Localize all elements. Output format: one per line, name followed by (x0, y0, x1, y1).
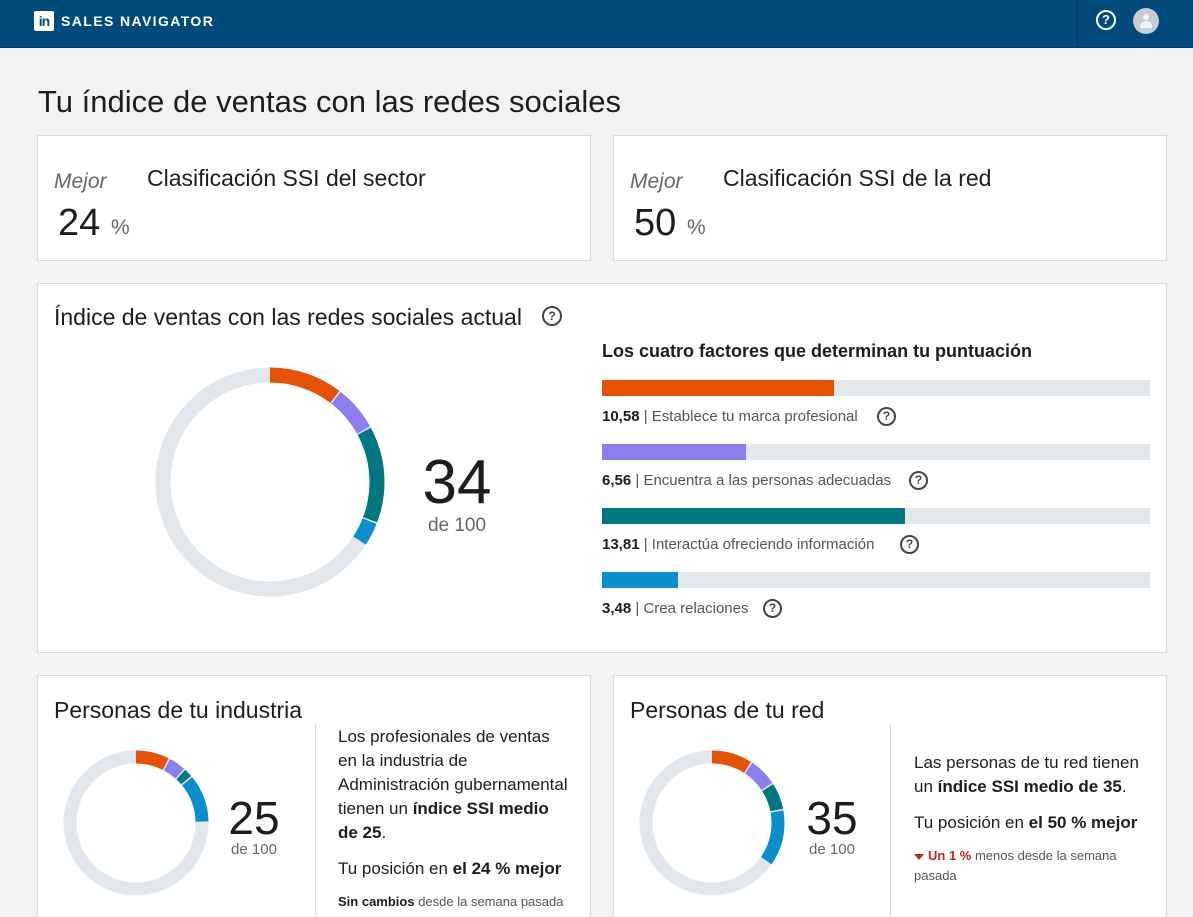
industry-rank-unit: % (111, 216, 130, 239)
page-title: Tu índice de ventas con las redes social… (38, 84, 622, 119)
top-navigation-bar: in SALES NAVIGATOR ? (0, 0, 1193, 48)
industry-people-card: Personas de tu industria 25 de 100 Los p… (37, 675, 591, 917)
network-people-card: Personas de tu red 35 de 100 Las persona… (613, 675, 1167, 917)
down-arrow-icon (914, 853, 924, 860)
network-people-title: Personas de tu red (630, 697, 825, 723)
network-rank-unit: % (687, 216, 706, 239)
industry-rank-title: Clasificación SSI del sector (147, 165, 426, 191)
current-ssi-card: Índice de ventas con las redes sociales … (37, 283, 1167, 653)
help-icon[interactable]: ? (1096, 10, 1116, 30)
industry-change-note: Sin cambios desde la semana pasada (338, 894, 564, 909)
industry-rank-qualifier: Mejor (54, 170, 107, 193)
factor-value: 10,58 (602, 408, 640, 425)
help-question-icon[interactable]: ? (877, 407, 896, 426)
avatar[interactable] (1133, 8, 1159, 34)
factor-name: Establece tu marca profesional (651, 408, 858, 425)
network-position: Tu posición en el 50 % mejor (914, 813, 1138, 832)
factor-name: Crea relaciones (643, 600, 749, 617)
current-ssi-title: Índice de ventas con las redes sociales … (54, 304, 522, 330)
factors-title: Los cuatro factores que determinan tu pu… (602, 341, 1033, 361)
network-description: Las personas de tu red tienen un índice … (914, 753, 1139, 796)
industry-rank-card: Mejor 24 % Clasificación SSI del sector (37, 135, 591, 261)
industry-people-title: Personas de tu industria (54, 697, 303, 723)
avatar-shoulders (1140, 21, 1152, 28)
help-question-icon[interactable]: ? (763, 599, 782, 618)
ssi-score-max: de 100 (427, 515, 487, 536)
network-donut-chart (639, 750, 785, 896)
industry-score-max: de 100 (231, 841, 277, 858)
help-question-icon[interactable]: ? (542, 306, 562, 326)
brand-label[interactable]: SALES NAVIGATOR (61, 13, 214, 29)
factor-bar-engage (602, 508, 1150, 524)
network-change-note: Un 1 % menos desde la semana pasada (914, 848, 1117, 883)
network-score-max: de 100 (809, 841, 855, 858)
linkedin-logo[interactable]: in (34, 11, 54, 31)
network-divider (890, 724, 891, 917)
factor-bar-brand (602, 380, 1150, 396)
network-rank-qualifier: Mejor (630, 170, 683, 193)
industry-score: 25 (228, 792, 280, 844)
industry-rank-value: 24 (58, 202, 101, 244)
avatar-head (1143, 14, 1149, 20)
industry-description: Los profesionales de ventas en la indust… (338, 727, 568, 842)
ssi-score: 34 (422, 448, 492, 517)
ssi-donut-chart (155, 367, 385, 597)
factor-bar-build (602, 572, 1150, 588)
factor-name: Encuentra a las personas adecuadas (643, 472, 892, 489)
topbar-divider (1077, 0, 1078, 48)
network-score: 35 (806, 792, 858, 844)
network-rank-card: Mejor 50 % Clasificación SSI de la red (613, 135, 1167, 261)
industry-position: Tu posición en el 24 % mejor (338, 859, 562, 878)
factor-label-find: 6,56 | Encuentra a las personas adecuada… (602, 472, 892, 489)
industry-donut-chart (63, 750, 209, 896)
factor-label-build: 3,48 | Crea relaciones (602, 600, 749, 617)
help-question-icon[interactable]: ? (900, 535, 919, 554)
network-rank-title: Clasificación SSI de la red (723, 165, 992, 191)
factor-value: 3,48 (602, 600, 632, 617)
factor-bar-fill (602, 508, 905, 524)
factor-value: 6,56 (602, 472, 632, 489)
factor-label-engage: 13,81 | Interactúa ofreciendo informació… (602, 536, 875, 553)
help-question-icon[interactable]: ? (909, 471, 928, 490)
factor-bar-fill (602, 380, 834, 396)
factor-value: 13,81 (602, 536, 640, 553)
factor-label-brand: 10,58 | Establece tu marca profesional (602, 408, 858, 425)
industry-divider (315, 724, 316, 917)
factor-bar-fill (602, 572, 679, 588)
factor-name: Interactúa ofreciendo información (651, 536, 875, 553)
network-rank-value: 50 (634, 202, 677, 244)
factor-bar-fill (602, 444, 746, 460)
factor-bar-find (602, 444, 1150, 460)
